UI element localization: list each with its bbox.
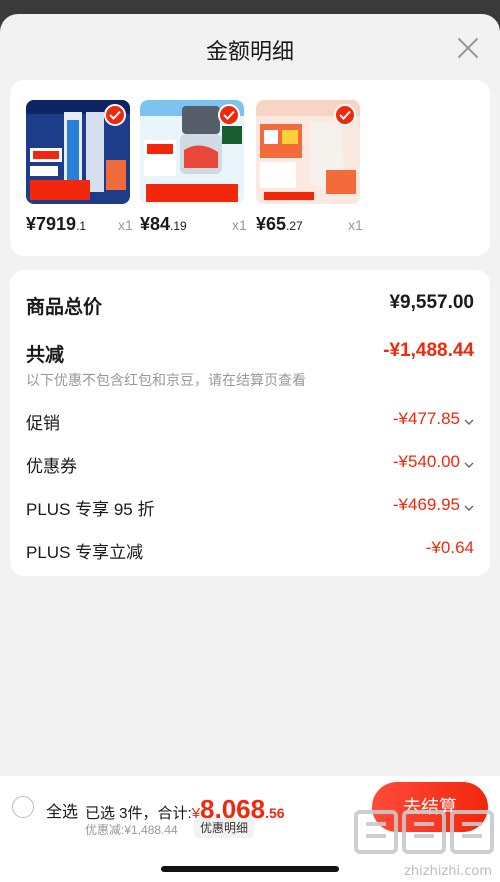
chevron-down-icon	[464, 410, 474, 430]
home-indicator[interactable]	[161, 866, 339, 872]
coupon-row[interactable]: 优惠券 -¥540.00	[26, 452, 474, 476]
sheet-header: 金额明细	[0, 14, 500, 80]
goods-total-row: 商品总价 ¥9,557.00	[26, 292, 474, 318]
chevron-down-icon	[464, 453, 474, 473]
product-image-meat-grinder	[140, 100, 244, 204]
product-quantity: x1	[118, 217, 133, 233]
product-item[interactable]: ¥84.19 x1	[140, 100, 250, 234]
selected-check-icon[interactable]	[104, 104, 126, 126]
product-price: ¥65.27	[256, 214, 303, 234]
product-item[interactable]: ¥7919.1 x1	[26, 100, 136, 234]
coupon-label: 优惠券	[26, 457, 77, 476]
select-all-label[interactable]: 全选	[46, 798, 78, 822]
sheet-title: 金额明细	[205, 39, 294, 64]
promotion-label: 促销	[26, 414, 60, 433]
discount-note: 以下优惠不包含红包和京豆，请在结算页查看	[26, 370, 474, 390]
total-reduction-value: -¥1,488.44	[383, 340, 474, 361]
product-price-row: ¥84.19 x1	[140, 214, 270, 236]
discount-detail-link[interactable]: 优惠明细	[194, 818, 255, 838]
watermark-logo	[350, 806, 496, 870]
close-icon[interactable]	[456, 36, 480, 60]
product-price: ¥7919.1	[26, 214, 87, 234]
product-image-electric-kettle	[256, 100, 360, 204]
promotion-row[interactable]: 促销 -¥477.85	[26, 409, 474, 433]
product-list: ¥7919.1 x1 ¥84.19 x1 ¥65.27 x1	[10, 80, 490, 256]
selected-count-text: 已选 3件，合计:	[85, 805, 192, 822]
promotion-value[interactable]: -¥477.85	[393, 409, 474, 430]
product-price: ¥84.19	[140, 214, 187, 234]
product-quantity: x1	[232, 217, 247, 233]
product-item[interactable]: ¥65.27 x1	[256, 100, 366, 234]
goods-total-label: 商品总价	[26, 297, 103, 318]
plus-discount-value[interactable]: -¥469.95	[393, 495, 474, 516]
discount-note-text: 以下优惠不包含红包和京豆，请在结算页查看	[26, 372, 306, 388]
total-reduction-label: 共减	[26, 345, 65, 366]
selected-check-icon[interactable]	[334, 104, 356, 126]
chevron-down-icon	[464, 496, 474, 516]
watermark-text: zhizhizhi.com	[404, 864, 492, 879]
plus-reduction-row: PLUS 专享立减 -¥0.64	[26, 538, 474, 562]
coupon-value[interactable]: -¥540.00	[393, 452, 474, 473]
goods-total-value: ¥9,557.00	[389, 292, 474, 313]
total-reduction-row: 共减 -¥1,488.44	[26, 340, 474, 366]
product-quantity: x1	[348, 217, 363, 233]
select-all-radio[interactable]	[12, 796, 34, 818]
discount-amount: 优惠减:¥1,488.44	[85, 823, 178, 837]
plus-discount-label: PLUS 专享 95 折	[26, 500, 155, 519]
product-price-row: ¥7919.1 x1	[26, 214, 156, 236]
product-price-row: ¥65.27 x1	[256, 214, 386, 236]
plus-reduction-value: -¥0.64	[425, 538, 474, 557]
plus-discount-row[interactable]: PLUS 专享 95 折 -¥469.95	[26, 495, 474, 519]
price-summary: 商品总价 ¥9,557.00 共减 -¥1,488.44 以下优惠不包含红包和京…	[10, 270, 490, 576]
product-image-air-conditioner	[26, 100, 130, 204]
selected-check-icon[interactable]	[218, 104, 240, 126]
amount-detail-sheet: 金额明细 ¥7919.1 x1 ¥84.19 x1 ¥65.27 x1 商品总价…	[0, 14, 500, 882]
plus-reduction-label: PLUS 专享立减	[26, 543, 144, 562]
